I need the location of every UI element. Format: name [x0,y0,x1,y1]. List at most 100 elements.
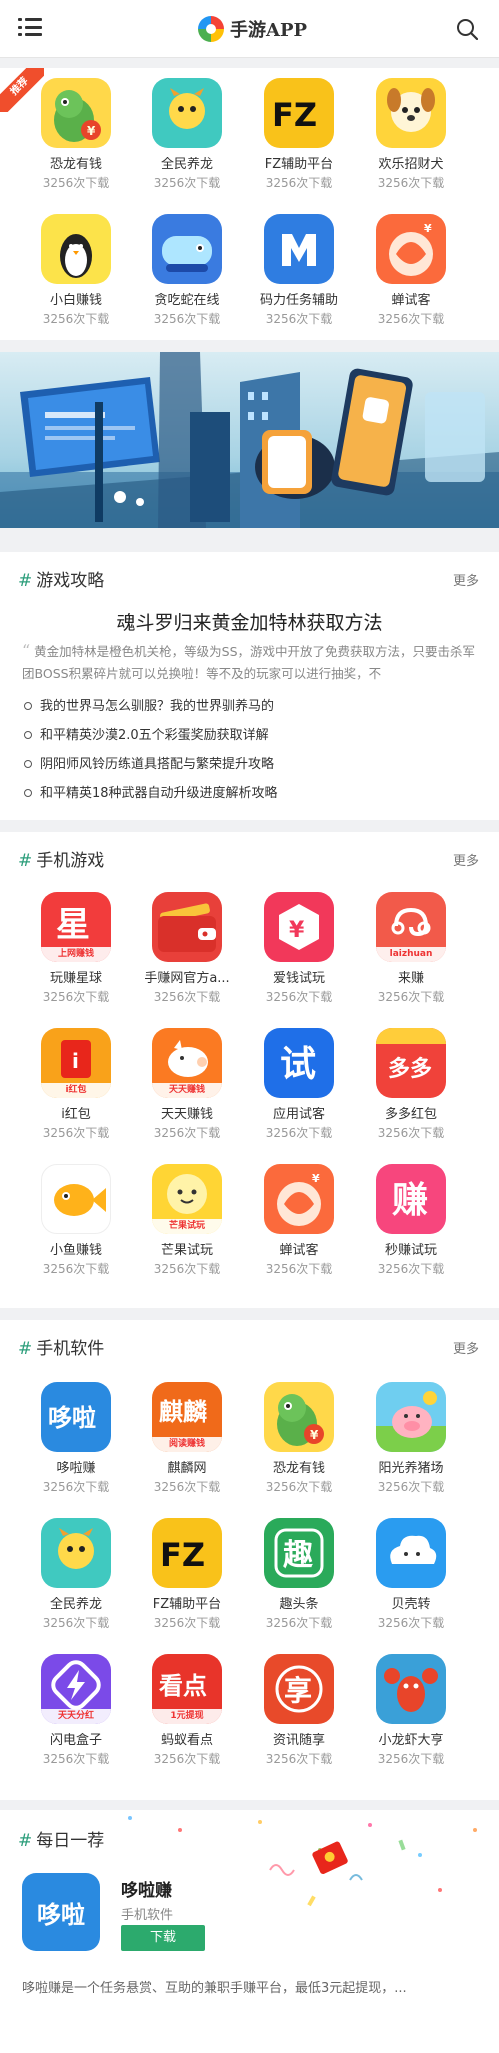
software-app-item[interactable]: 哆啦 哆啦赚 3256次下载 [21,1382,131,1494]
dinosaur-money-icon[interactable]: ¥ [41,78,111,148]
guide-list-item[interactable]: 我的世界马怎么驯服？我的世界驯养马的 [24,698,274,716]
games-app-item[interactable]: ¥ 爱钱试玩 3256次下载 [244,892,354,1004]
app-name[interactable]: 小白赚钱 [21,293,131,309]
app-name[interactable]: 全民养龙 [21,1597,131,1613]
guide-link-text[interactable]: 和平精英18种武器自动升级进度解析攻略 [40,786,278,801]
games-app-item[interactable]: 多多 多多红包 3256次下载 [356,1028,466,1140]
app-name[interactable]: 手赚网官方a... [132,971,242,987]
red-packet-icon[interactable]: i i红包 [41,1028,111,1098]
app-name[interactable]: 恐龙有钱 [244,1461,354,1477]
cicada-icon[interactable]: ¥ [376,214,446,284]
xiang-icon[interactable]: 享 [264,1654,334,1724]
app-name[interactable]: 芒果试玩 [132,1243,242,1259]
menu-icon[interactable] [18,17,42,37]
shike-icon[interactable]: 试 [264,1028,334,1098]
games-app-item[interactable]: i i红包 i红包 3256次下载 [21,1028,131,1140]
download-button[interactable]: 下载 [121,1925,205,1951]
app-name[interactable]: 天天赚钱 [132,1107,242,1123]
app-name[interactable]: 小龙虾大亨 [356,1733,466,1749]
m-logo-icon[interactable] [264,214,334,284]
planet-icon[interactable]: 星上网赚钱 [41,892,111,962]
app-name[interactable]: 全民养龙 [132,157,242,173]
recommend-app-item[interactable]: 贪吃蛇在线 3256次下载 [132,214,242,326]
software-app-item[interactable]: 小龙虾大亨 3256次下载 [356,1654,466,1766]
fz-logo-icon[interactable]: FZ [152,1518,222,1588]
recommend-app-item[interactable]: 码力任务辅助 3256次下载 [244,214,354,326]
dragon-pet-icon[interactable] [152,78,222,148]
app-name[interactable]: FZ辅助平台 [132,1597,242,1613]
app-name[interactable]: 多多红包 [356,1107,466,1123]
fish-icon[interactable] [41,1164,111,1234]
search-icon[interactable] [456,18,478,40]
promo-banner[interactable] [0,352,499,528]
software-app-item[interactable]: ¥ 恐龙有钱 3256次下载 [244,1382,354,1494]
qilin-icon[interactable]: 麒麟 阅读赚钱 [152,1382,222,1452]
penguin-icon[interactable] [41,214,111,284]
recommend-app-item[interactable]: ¥ 蝉试客 3256次下载 [356,214,466,326]
yuan-hexagon-icon[interactable]: ¥ [264,892,334,962]
crayfish-icon[interactable] [376,1654,446,1724]
qutoutiao-icon[interactable]: 趣 [264,1518,334,1588]
games-app-item[interactable]: laizhuan 来赚 3256次下载 [356,892,466,1004]
app-name[interactable]: 秒赚试玩 [356,1243,466,1259]
app-name[interactable]: 蝉试客 [244,1243,354,1259]
guides-more-link[interactable]: 更多 [453,570,479,589]
guide-link-text[interactable]: 我的世界马怎么驯服？我的世界驯养马的 [40,699,274,714]
guide-list-item[interactable]: 和平精英沙漠2.0五个彩蛋奖励获取详解 [24,727,269,745]
recommend-app-item[interactable]: 全民养龙 3256次下载 [132,78,242,190]
duoduo-icon[interactable]: 多多 [376,1028,446,1098]
games-app-item[interactable]: 赚秒赚试玩 3256次下载 [356,1164,466,1276]
recommend-app-item[interactable]: FZ FZ辅助平台 3256次下载 [244,78,354,190]
piggy-icon[interactable]: 天天赚钱 [152,1028,222,1098]
fortune-dog-icon[interactable] [376,78,446,148]
app-name[interactable]: 贪吃蛇在线 [132,293,242,309]
software-app-item[interactable]: 麒麟 阅读赚钱 麒麟网 3256次下载 [132,1382,242,1494]
software-app-item[interactable]: 看点 1元提现 蚂蚁看点 3256次下载 [132,1654,242,1766]
games-app-item[interactable]: ¥ 蝉试客 3256次下载 [244,1164,354,1276]
recommend-app-item[interactable]: 小白赚钱 3256次下载 [21,214,131,326]
app-name[interactable]: 来赚 [356,971,466,987]
software-app-item[interactable]: FZ FZ辅助平台 3256次下载 [132,1518,242,1630]
cicada-icon[interactable]: ¥ [264,1164,334,1234]
dragon-pet-icon[interactable] [41,1518,111,1588]
lightning-box-icon[interactable]: 天天分红 [41,1654,111,1724]
mango-icon[interactable]: 芒果试玩 [152,1164,222,1234]
app-name[interactable]: 蚂蚁看点 [132,1733,242,1749]
featured-app-name[interactable]: 哆啦赚 [121,1876,172,1901]
fz-logo-icon[interactable]: FZ [264,78,334,148]
software-app-item[interactable]: 阳光养猪场 3256次下载 [356,1382,466,1494]
app-name[interactable]: i红包 [21,1107,131,1123]
guide-list-item[interactable]: 和平精英18种武器自动升级进度解析攻略 [24,785,278,803]
games-app-item[interactable]: 天天赚钱 天天赚钱 3256次下载 [132,1028,242,1140]
app-name[interactable]: 小鱼赚钱 [21,1243,131,1259]
cloud-face-icon[interactable] [376,1518,446,1588]
software-app-item[interactable]: 贝壳转 3256次下载 [356,1518,466,1630]
app-name[interactable]: 蝉试客 [356,293,466,309]
games-app-item[interactable]: 小鱼赚钱 3256次下载 [21,1164,131,1276]
kandian-icon[interactable]: 看点 1元提现 [152,1654,222,1724]
wallet-icon[interactable] [152,892,222,962]
app-name[interactable]: 码力任务辅助 [244,293,354,309]
software-app-item[interactable]: 趣趣头条 3256次下载 [244,1518,354,1630]
dinosaur-money-icon[interactable]: ¥ [264,1382,334,1452]
pig-farm-icon[interactable] [376,1382,446,1452]
app-name[interactable]: 哆啦赚 [21,1461,131,1477]
games-app-item[interactable]: 试应用试客 3256次下载 [244,1028,354,1140]
recommend-app-item[interactable]: ¥ 恐龙有钱 3256次下载 [21,78,131,190]
guide-link-text[interactable]: 阴阳师风铃历练道具搭配与繁荣提升攻略 [40,757,274,772]
app-name[interactable]: 资讯随享 [244,1733,354,1749]
app-name[interactable]: 恐龙有钱 [21,157,131,173]
app-name[interactable]: 闪电盒子 [21,1733,131,1749]
app-name[interactable]: 阳光养猪场 [356,1461,466,1477]
software-app-item[interactable]: 享资讯随享 3256次下载 [244,1654,354,1766]
app-name[interactable]: 爱钱试玩 [244,971,354,987]
software-more-link[interactable]: 更多 [453,1338,479,1357]
app-name[interactable]: 应用试客 [244,1107,354,1123]
guide-link-text[interactable]: 和平精英沙漠2.0五个彩蛋奖励获取详解 [40,728,269,743]
app-name[interactable]: 麒麟网 [132,1461,242,1477]
games-more-link[interactable]: 更多 [453,850,479,869]
app-logo[interactable]: 手游APP [198,14,307,44]
app-name[interactable]: 贝壳转 [356,1597,466,1613]
games-app-item[interactable]: 星上网赚钱 玩赚星球 3256次下载 [21,892,131,1004]
guide-list-item[interactable]: 阴阳师风铃历练道具搭配与繁荣提升攻略 [24,756,274,774]
